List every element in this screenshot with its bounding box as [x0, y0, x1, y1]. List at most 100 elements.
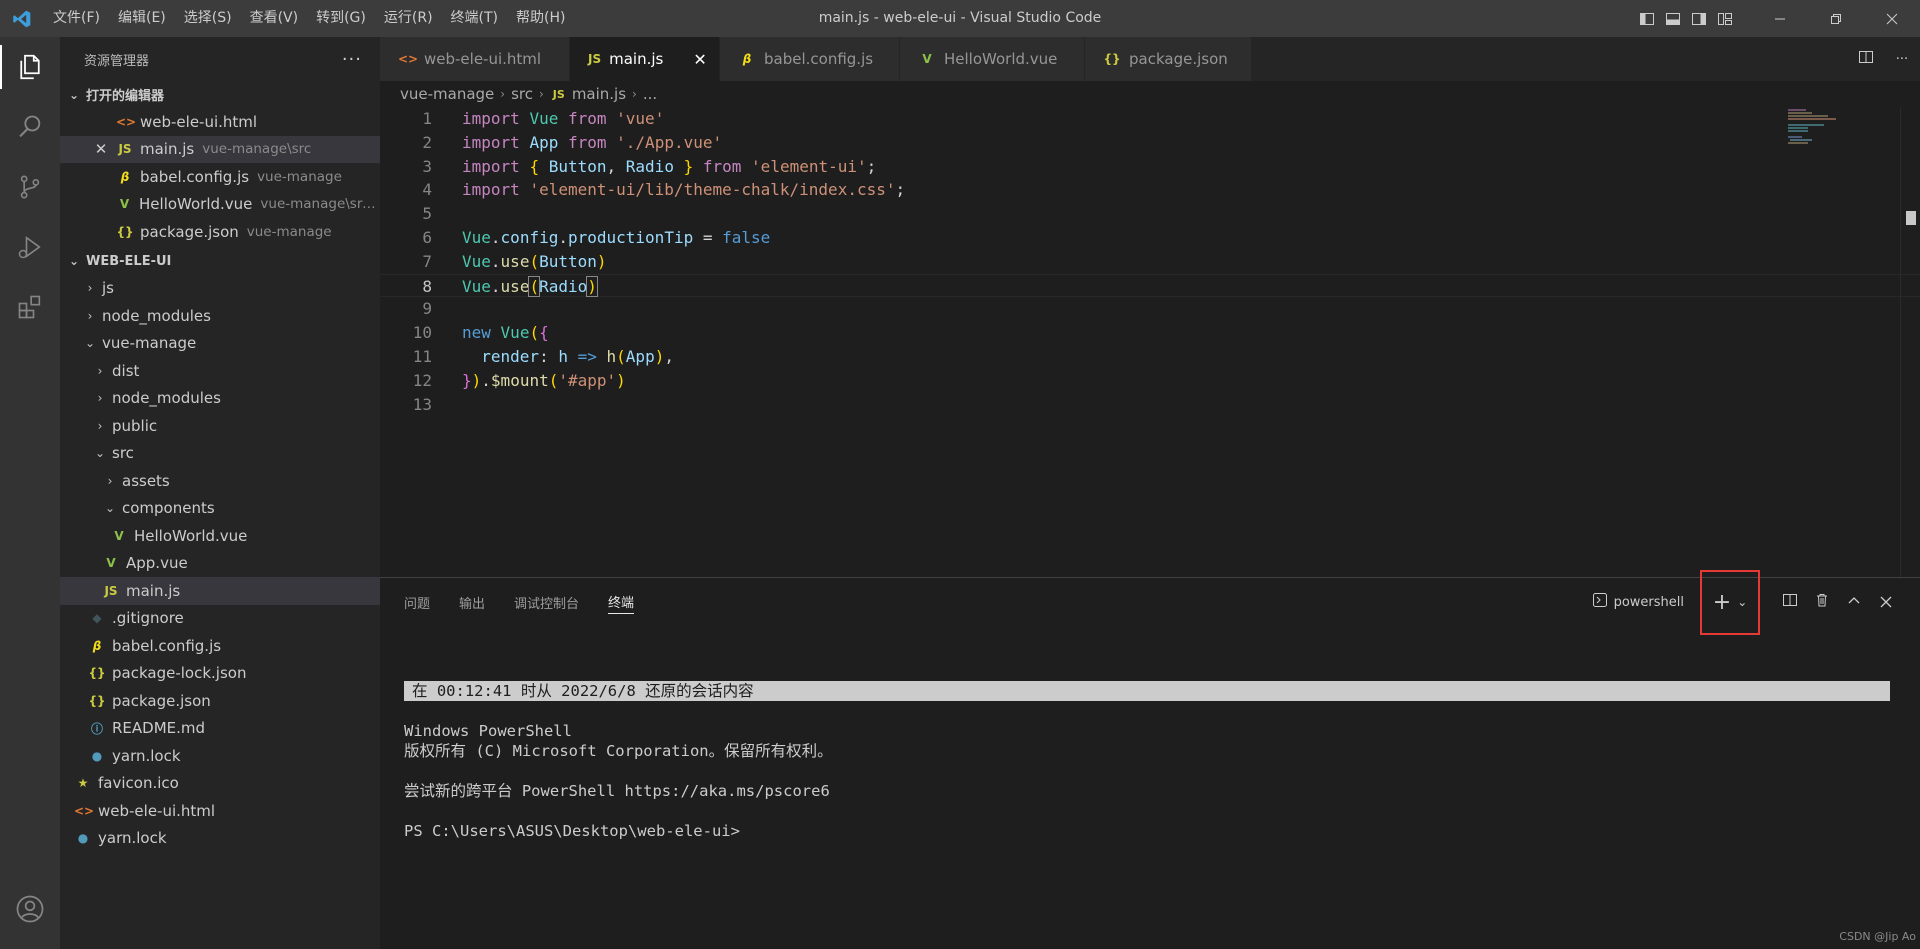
- yarn-file-icon: ●: [77, 831, 89, 846]
- tab-package-json[interactable]: {} package.json: [1085, 37, 1252, 81]
- tree-folder[interactable]: › js: [60, 275, 380, 303]
- tree-file[interactable]: ● yarn.lock: [60, 825, 380, 853]
- menu-view[interactable]: 查看(V): [241, 0, 308, 37]
- tab-label: HelloWorld.vue: [944, 50, 1058, 68]
- chevron-right-icon: ›: [107, 473, 113, 488]
- tab-label: babel.config.js: [764, 50, 874, 68]
- menu-help[interactable]: 帮助(H): [507, 0, 574, 37]
- code-text: }).$mount('#app'): [462, 370, 626, 390]
- search-icon[interactable]: [0, 97, 60, 157]
- menu-terminal[interactable]: 终端(T): [442, 0, 507, 37]
- tree-folder[interactable]: › dist: [60, 357, 380, 385]
- split-terminal-icon[interactable]: [1774, 592, 1806, 612]
- tree-file-active[interactable]: JS main.js: [60, 577, 380, 605]
- tab-debug-console[interactable]: 调试控制台: [514, 590, 579, 614]
- toggle-secondary-sidebar-icon[interactable]: [1686, 0, 1712, 37]
- tree-folder[interactable]: ⌄ src: [60, 440, 380, 468]
- close-window-icon[interactable]: [1864, 0, 1920, 37]
- activity-bar: [0, 37, 60, 949]
- open-editor-item-active[interactable]: ✕ JS main.js vue-manage\src: [60, 135, 380, 163]
- code-editor[interactable]: 1 import Vue from 'vue' 2 import App from …: [380, 107, 1920, 577]
- toggle-sidebar-icon[interactable]: [1634, 0, 1660, 37]
- breadcrumb-item[interactable]: ...: [643, 85, 657, 103]
- source-control-icon[interactable]: [0, 157, 60, 217]
- menu-selection[interactable]: 选择(S): [175, 0, 241, 37]
- tree-file[interactable]: V HelloWorld.vue: [60, 522, 380, 550]
- tree-file[interactable]: β babel.config.js: [60, 632, 380, 660]
- restore-icon[interactable]: [1808, 0, 1864, 37]
- editor-scrollbar[interactable]: [1900, 107, 1914, 577]
- open-editor-item[interactable]: {} package.json vue-manage: [60, 218, 380, 246]
- code-text: Vue.use(Button): [462, 251, 607, 271]
- chevron-down-icon[interactable]: ⌄: [1737, 595, 1747, 609]
- chevron-right-icon: ›: [500, 87, 506, 101]
- tree-label: main.js: [126, 581, 181, 600]
- menu-edit[interactable]: 编辑(E): [109, 0, 175, 37]
- tree-folder[interactable]: › node_modules: [60, 385, 380, 413]
- tree-file[interactable]: V App.vue: [60, 550, 380, 578]
- code-text: new Vue({: [462, 323, 549, 343]
- tab-problems[interactable]: 问题: [404, 590, 430, 614]
- breadcrumb-item[interactable]: src: [511, 85, 533, 103]
- tree-file[interactable]: ● yarn.lock: [60, 742, 380, 770]
- trash-icon[interactable]: [1806, 592, 1838, 612]
- customize-layout-icon[interactable]: [1712, 0, 1738, 37]
- js-file-icon: JS: [118, 142, 132, 157]
- tab-helloworld-vue[interactable]: V HelloWorld.vue: [900, 37, 1085, 81]
- minimap[interactable]: [1788, 107, 1900, 167]
- tree-label: yarn.lock: [98, 829, 167, 848]
- plus-icon[interactable]: +: [1713, 590, 1731, 615]
- open-editors-header[interactable]: ⌄ 打开的编辑器: [60, 81, 380, 108]
- more-actions-icon[interactable]: ···: [1884, 52, 1920, 67]
- menu-run[interactable]: 运行(R): [375, 0, 442, 37]
- open-editor-item[interactable]: V HelloWorld.vue vue-manage\src\...: [60, 191, 380, 219]
- tree-folder[interactable]: ⌄ vue-manage: [60, 330, 380, 358]
- tab-output[interactable]: 输出: [459, 590, 485, 614]
- run-debug-icon[interactable]: [0, 217, 60, 277]
- tab-main-js[interactable]: JS main.js ✕: [570, 37, 720, 81]
- extensions-icon[interactable]: [0, 277, 60, 337]
- workspace-header[interactable]: ⌄ WEB-ELE-UI: [60, 248, 380, 275]
- menu-file[interactable]: 文件(F): [44, 0, 109, 37]
- close-icon[interactable]: ✕: [92, 140, 110, 158]
- chevron-right-icon: ›: [97, 418, 103, 433]
- chevron-down-icon: ⌄: [104, 501, 116, 516]
- tree-file[interactable]: {} package.json: [60, 687, 380, 715]
- chevron-right-icon: ›: [87, 281, 93, 296]
- tree-file[interactable]: ★ favicon.ico: [60, 770, 380, 798]
- tab-web-ele-ui-html[interactable]: <> web-ele-ui.html: [380, 37, 570, 81]
- explorer-icon[interactable]: [0, 37, 60, 97]
- split-editor-icon[interactable]: [1848, 49, 1884, 69]
- breadcrumb-item[interactable]: vue-manage: [400, 85, 494, 103]
- minimize-icon[interactable]: [1752, 0, 1808, 37]
- tree-file[interactable]: ◆ .gitignore: [60, 605, 380, 633]
- tab-babel-config-js[interactable]: β babel.config.js: [720, 37, 900, 81]
- terminal-selector[interactable]: powershell: [1592, 592, 1684, 612]
- tab-terminal[interactable]: 终端: [608, 590, 635, 614]
- open-editor-label: main.js: [140, 140, 195, 159]
- tree-file[interactable]: <> web-ele-ui.html: [60, 797, 380, 825]
- line-number: 10: [412, 323, 432, 343]
- code-line: 6 Vue.config.productionTip = false: [380, 226, 1920, 250]
- menu-go[interactable]: 转到(G): [307, 0, 375, 37]
- chevron-up-icon[interactable]: [1838, 593, 1870, 612]
- breadcrumb-item[interactable]: main.js: [572, 85, 626, 103]
- open-editor-item[interactable]: β babel.config.js vue-manage: [60, 163, 380, 191]
- close-tab-icon[interactable]: ✕: [693, 50, 706, 69]
- scrollbar-thumb[interactable]: [1906, 211, 1916, 225]
- open-editor-item[interactable]: <> web-ele-ui.html: [60, 108, 380, 136]
- tree-file[interactable]: {} package-lock.json: [60, 660, 380, 688]
- tree-folder[interactable]: › public: [60, 412, 380, 440]
- close-panel-icon[interactable]: [1870, 593, 1902, 612]
- terminal-output[interactable]: 在 00:12:41 时从 2022/6/8 还原的会话内容 Windows P…: [404, 681, 1890, 841]
- tree-folder[interactable]: ⌄ components: [60, 495, 380, 523]
- tree-file[interactable]: ⓘ README.md: [60, 715, 380, 743]
- more-actions-icon[interactable]: ···: [342, 49, 362, 70]
- tree-folder[interactable]: › assets: [60, 467, 380, 495]
- account-icon[interactable]: [0, 879, 60, 939]
- open-editor-label: package.json: [140, 222, 239, 241]
- toggle-panel-icon[interactable]: [1660, 0, 1686, 37]
- tree-folder[interactable]: › node_modules: [60, 302, 380, 330]
- panel-actions: powershell + ⌄: [1592, 569, 1902, 635]
- terminal-line: 尝试新的跨平台 PowerShell https://aka.ms/pscore…: [404, 782, 830, 800]
